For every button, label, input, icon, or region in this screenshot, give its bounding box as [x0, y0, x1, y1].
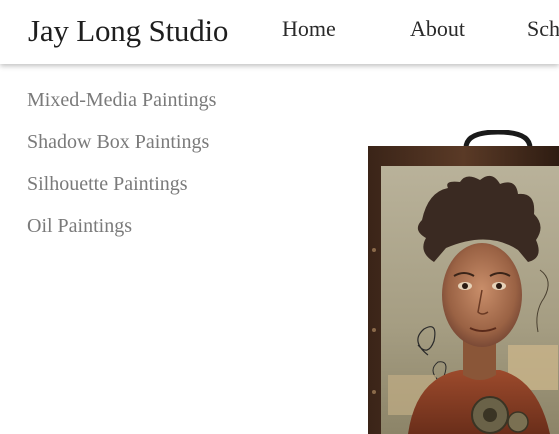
- site-title[interactable]: Jay Long Studio: [28, 13, 228, 49]
- sidebar-item-silhouette[interactable]: Silhouette Paintings: [27, 170, 216, 212]
- painting-image: [368, 130, 559, 434]
- nav-home[interactable]: Home: [282, 16, 336, 42]
- nav-schedule[interactable]: Sch: [527, 16, 559, 42]
- sidebar-item-shadow-box[interactable]: Shadow Box Paintings: [27, 128, 216, 170]
- side-menu: Mixed-Media Paintings Shadow Box Paintin…: [27, 86, 216, 254]
- site-header: Jay Long Studio Home About Sch: [0, 0, 559, 64]
- sidebar-item-oil[interactable]: Oil Paintings: [27, 212, 216, 254]
- featured-painting[interactable]: [368, 130, 559, 434]
- nav-about[interactable]: About: [410, 16, 465, 42]
- sidebar-item-mixed-media[interactable]: Mixed-Media Paintings: [27, 86, 216, 128]
